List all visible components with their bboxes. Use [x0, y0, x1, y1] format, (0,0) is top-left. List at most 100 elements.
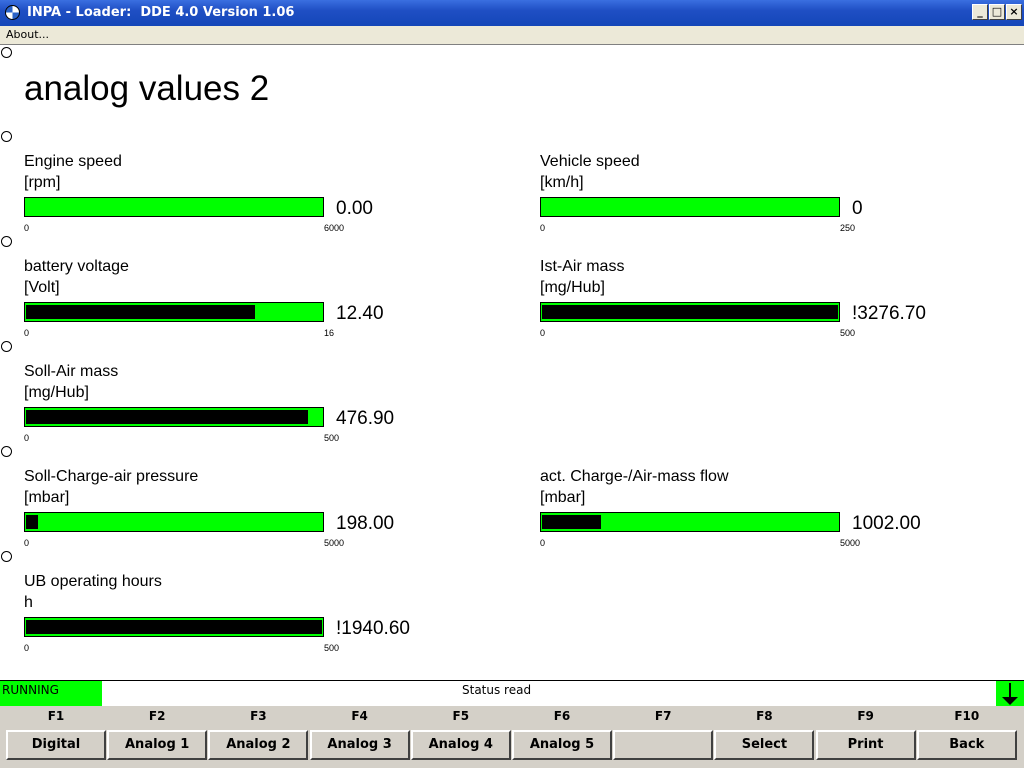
gauge-bar — [24, 407, 324, 427]
function-key-bar: F1 Digital F2 Analog 1 F3 Analog 2 F4 Analog 3F… — [0, 706, 1024, 768]
fkey-button-f2[interactable]: Analog 1 — [107, 730, 208, 760]
fkey-f2: F2 Analog 1 — [107, 706, 208, 768]
fkey-button-f4[interactable]: Analog 3 — [309, 730, 410, 760]
menu-bar: About... — [0, 26, 1024, 44]
gauge-value: 476.90 — [336, 408, 395, 429]
gauge-min: 0 — [24, 643, 30, 653]
bmw-logo-icon — [5, 5, 20, 20]
gauge-value: 0.00 — [336, 198, 373, 219]
gauge-min: 0 — [540, 223, 546, 233]
maximize-button[interactable]: □ — [989, 4, 1005, 20]
gauge-min: 0 — [24, 223, 30, 233]
gauge-engine-speed: Engine speed [rpm] 0.00 0 6000 — [24, 153, 504, 253]
gauge-min: 0 — [24, 538, 30, 548]
gauge-bar-fill — [26, 305, 255, 319]
gauge-max: 5000 — [324, 538, 345, 548]
section-marker-icon — [1, 551, 12, 562]
fkey-f1: F1 Digital — [6, 706, 106, 768]
fkey-number: F2 — [148, 709, 166, 723]
main-panel: analog values 2 Engine speed [rpm] 0.00 0 60… — [0, 44, 1024, 680]
gauge-bar-fill — [26, 620, 322, 634]
fkey-number: F10 — [954, 709, 980, 723]
scroll-down-arrow-icon[interactable] — [996, 681, 1024, 707]
gauge-max: 500 — [324, 433, 340, 443]
status-message: Status read — [462, 683, 532, 697]
gauge-max: 5000 — [840, 538, 861, 548]
gauge-bar — [24, 617, 324, 637]
gauge-value: !1940.60 — [336, 618, 410, 639]
gauge-min: 0 — [540, 538, 546, 548]
title-bar: INPA - Loader: DDE 4.0 Version 1.06 _ □ … — [0, 0, 1024, 26]
gauge-bar — [24, 197, 324, 217]
section-marker-icon — [1, 341, 12, 352]
fkey-f9: F9 Print — [815, 706, 916, 768]
gauge-bar — [540, 512, 840, 532]
gauge-max: 250 — [840, 223, 856, 233]
section-marker-icon — [1, 236, 12, 247]
gauge-bar — [24, 302, 324, 322]
gauge-min: 0 — [540, 328, 546, 338]
gauge-max: 500 — [840, 328, 856, 338]
gauge-label: Engine speed — [24, 153, 122, 170]
gauge-soll-charge-air-pressure: Soll-Charge-air pressure [mbar] 198.00 0 500… — [24, 468, 504, 568]
gauge-max: 6000 — [324, 223, 345, 233]
gauge-value: 12.40 — [336, 303, 384, 324]
fkey-button-f10[interactable]: Back — [916, 730, 1017, 760]
fkey-number: F3 — [250, 709, 267, 723]
fkey-number: F5 — [452, 709, 470, 723]
fkey-button-f7[interactable] — [613, 730, 714, 760]
fkey-number: F1 — [47, 709, 65, 723]
minimize-button[interactable]: _ — [972, 4, 988, 20]
section-marker-icon — [1, 446, 12, 457]
gauge-unit: [rpm] — [24, 174, 61, 191]
fkey-button-f6[interactable]: Analog 5 — [512, 730, 612, 760]
running-indicator: RUNNING — [0, 681, 102, 707]
gauge-bar — [540, 197, 840, 217]
fkey-button-f1[interactable]: Digital — [6, 730, 106, 760]
fkey-f5: F5 Analog 4 — [410, 706, 511, 768]
gauge-unit: h — [24, 594, 33, 611]
gauge-label: Ist-Air mass — [540, 258, 625, 275]
fkey-button-f5[interactable]: Analog 4 — [410, 730, 511, 760]
page-title: analog values 2 — [24, 69, 270, 108]
gauge-label: UB operating hours — [24, 573, 162, 590]
gauge-unit: [mbar] — [540, 489, 586, 506]
gauge-value: 0 — [852, 198, 863, 219]
gauge-soll-air-mass: Soll-Air mass [mg/Hub] 476.90 0 500 — [24, 363, 504, 463]
fkey-button-f9[interactable]: Print — [815, 730, 916, 760]
gauge-unit: [Volt] — [24, 279, 60, 296]
fkey-button-f3[interactable]: Analog 2 — [208, 730, 309, 760]
gauge-value: 1002.00 — [852, 513, 921, 534]
gauge-max: 16 — [324, 328, 335, 338]
gauge-min: 0 — [24, 328, 30, 338]
gauge-unit: [mbar] — [24, 489, 70, 506]
gauge-label: battery voltage — [24, 258, 129, 275]
fkey-number: F7 — [654, 709, 672, 723]
fkey-number: F4 — [351, 709, 368, 723]
gauge-unit: [mg/Hub] — [24, 384, 89, 401]
section-marker-icon — [1, 47, 12, 58]
gauge-unit: [mg/Hub] — [540, 279, 605, 296]
gauge-charge-air-mass-flow: act. Charge-/Air-mass flow [mbar] 1002.00 0… — [540, 468, 1020, 568]
gauge-ub-operating-hours: UB operating hours h !1940.60 0 500 — [24, 573, 504, 673]
fkey-number: F6 — [553, 709, 571, 723]
gauge-bar-fill — [542, 305, 838, 319]
fkey-button-f8[interactable]: Select — [714, 730, 815, 760]
gauge-value: 198.00 — [336, 513, 395, 534]
fkey-f6: F6 Analog 5 — [512, 706, 612, 768]
close-button[interactable]: × — [1006, 4, 1022, 20]
fkey-f8: F8 Select — [714, 706, 815, 768]
gauge-bar-fill — [542, 515, 601, 529]
gauge-unit: [km/h] — [540, 174, 584, 191]
gauge-battery-voltage: battery voltage [Volt] 12.40 0 16 — [24, 258, 504, 358]
fkey-f7: F7 — [613, 706, 714, 768]
gauge-bar-fill — [26, 515, 38, 529]
gauge-max: 500 — [324, 643, 340, 653]
gauge-bar — [540, 302, 840, 322]
section-marker-icon — [1, 131, 12, 142]
fkey-number: F9 — [857, 709, 874, 723]
menu-about[interactable]: About... — [6, 28, 49, 41]
gauge-vehicle-speed: Vehicle speed [km/h] 0 0 250 — [540, 153, 1020, 253]
gauge-bar-fill — [26, 410, 308, 424]
gauge-ist-air-mass: Ist-Air mass [mg/Hub] !3276.70 0 500 — [540, 258, 1020, 358]
